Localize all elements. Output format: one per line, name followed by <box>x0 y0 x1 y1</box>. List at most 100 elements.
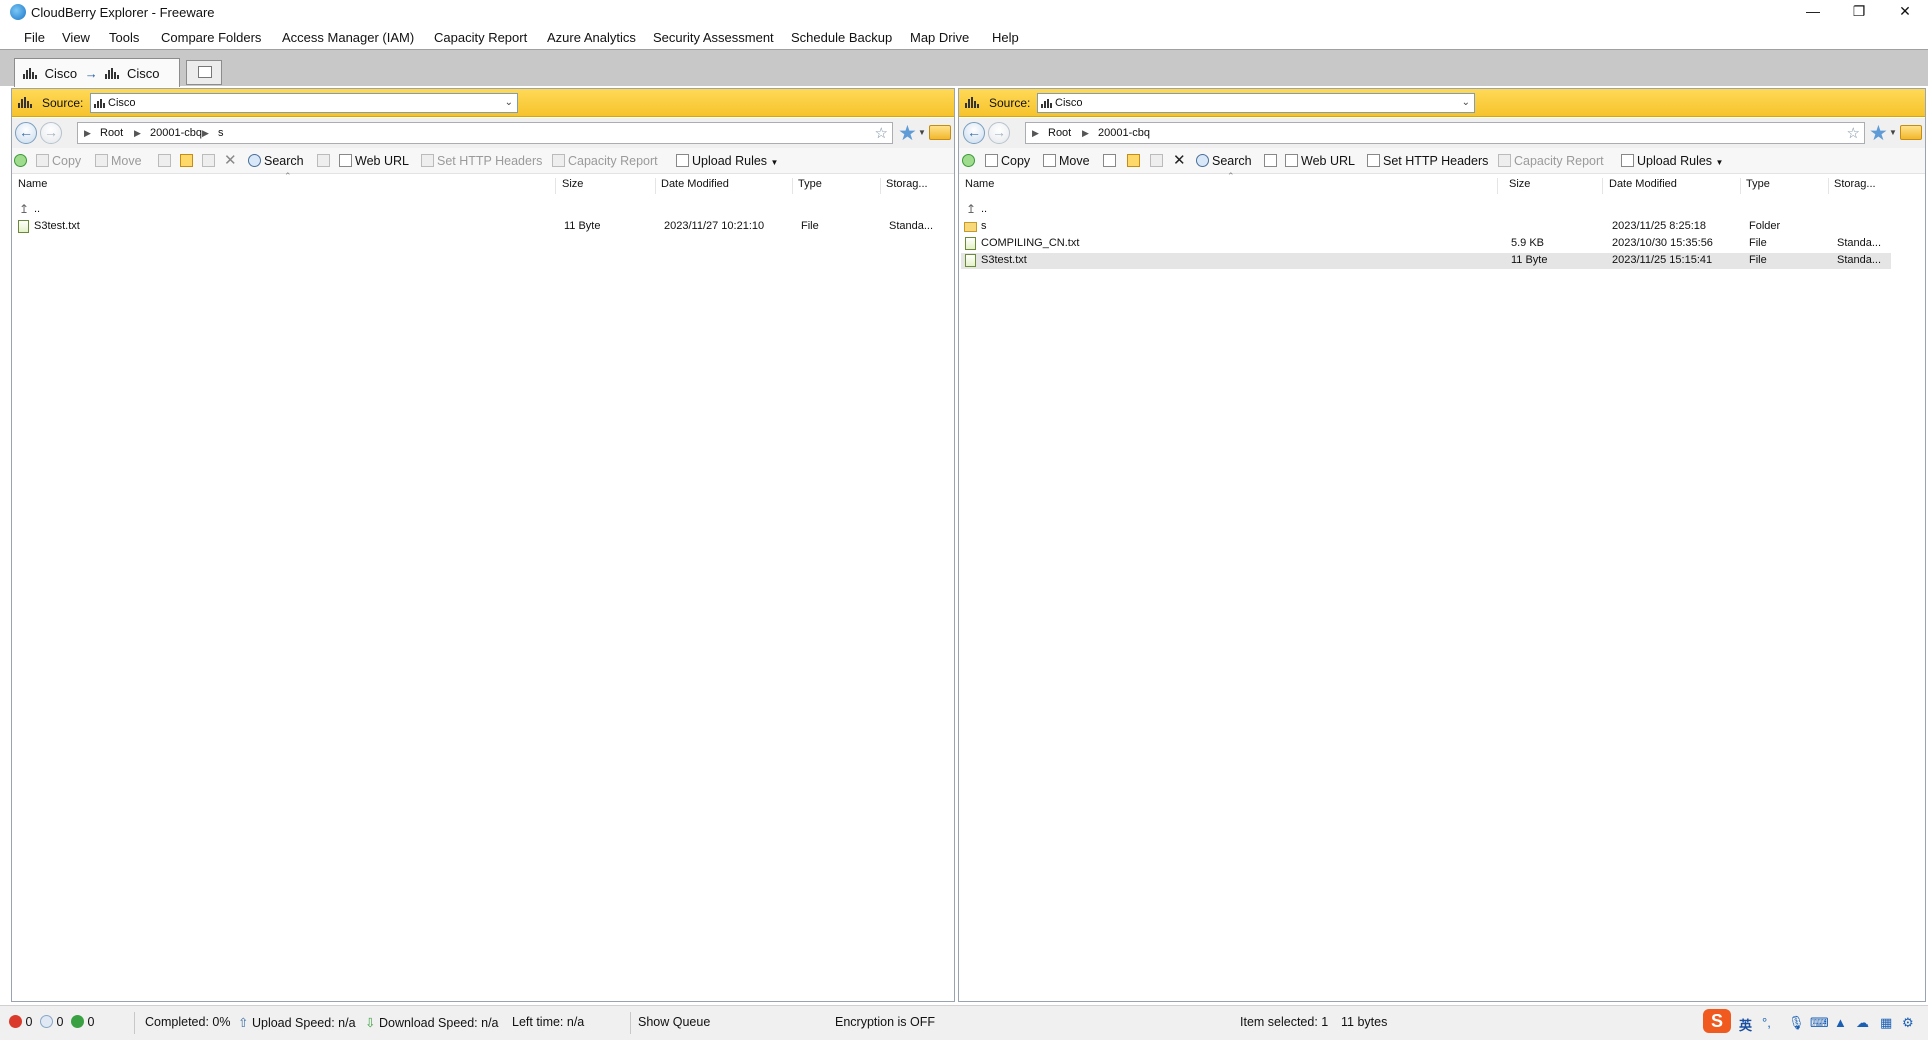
right-column-header: Name ⌃ Size Date Modified Type Storag... <box>959 171 1925 195</box>
tab-right-name: Cisco <box>127 66 160 82</box>
breadcrumb-bucket[interactable]: 20001-cbq <box>150 123 202 143</box>
menu-security-assessment[interactable]: Security Assessment <box>651 28 776 47</box>
menu-azure-analytics[interactable]: Azure Analytics <box>545 28 638 47</box>
connection-tab[interactable]: Cisco → Cisco <box>14 58 180 87</box>
favorites-star-icon[interactable]: ★ <box>898 121 917 146</box>
keyboard-icon[interactable]: ⌨ <box>1810 1015 1829 1031</box>
upload-rules-button[interactable]: Upload Rules ▼ <box>1621 154 1723 168</box>
menu-view[interactable]: View <box>60 28 92 47</box>
menu-compare-folders[interactable]: Compare Folders <box>159 28 263 47</box>
search-button[interactable]: Search <box>248 154 304 168</box>
set-http-headers-button[interactable]: Set HTTP Headers <box>421 154 542 168</box>
running-count[interactable]: 0 <box>71 1015 94 1029</box>
menu-tools[interactable]: Tools <box>107 28 141 47</box>
folder-open-icon[interactable] <box>1900 125 1922 140</box>
menu-access-manager[interactable]: Access Manager (IAM) <box>280 28 416 47</box>
restore-button[interactable]: ❐ <box>1836 0 1882 24</box>
folder-row[interactable]: s 2023/11/25 8:25:18 Folder <box>961 219 1891 235</box>
left-address-row: ← → ▶ Root ▶ 20001-cbq ▶ s ☆ ★ ▼ <box>12 118 954 148</box>
chevron-down-icon[interactable]: ▼ <box>1889 128 1897 137</box>
rename-icon <box>1103 154 1116 167</box>
status-bar: 0 0 0 Completed: 0% ⇧ Upload Speed: n/a … <box>0 1005 1928 1040</box>
right-source-select[interactable]: Cisco ⌄ <box>1037 93 1475 113</box>
capacity-report-button[interactable]: Capacity Report <box>1498 154 1604 168</box>
rename-button[interactable] <box>1103 154 1119 168</box>
skin-icon[interactable]: ▲ <box>1834 1015 1847 1030</box>
delete-icon[interactable]: ✕ <box>1173 151 1186 169</box>
menu-capacity-report[interactable]: Capacity Report <box>432 28 529 47</box>
menu-schedule-backup[interactable]: Schedule Backup <box>789 28 894 47</box>
column-date-modified[interactable]: Date Modified <box>1609 178 1741 194</box>
chevron-right-icon: ▶ <box>84 128 91 138</box>
back-button[interactable]: ← <box>963 122 985 144</box>
column-storage[interactable]: Storag... <box>1834 178 1894 194</box>
errors-count[interactable]: 0 <box>9 1015 32 1029</box>
bucket-signal-icon <box>1041 98 1053 108</box>
ime-language[interactable]: 英 <box>1739 1015 1752 1034</box>
breadcrumb-folder[interactable]: s <box>218 123 224 143</box>
star-outline-icon[interactable]: ☆ <box>875 124 888 144</box>
file-row[interactable]: COMPILING_CN.txt 5.9 KB 2023/10/30 15:35… <box>961 236 1891 252</box>
capacity-report-button[interactable]: Capacity Report <box>552 154 658 168</box>
menu-help[interactable]: Help <box>990 28 1021 47</box>
properties-button[interactable] <box>202 154 218 168</box>
back-button[interactable]: ← <box>15 122 37 144</box>
web-url-button[interactable]: Web URL <box>339 154 409 168</box>
breadcrumb-root[interactable]: Root <box>1048 123 1071 143</box>
new-folder-button[interactable] <box>180 154 196 168</box>
gear-icon[interactable]: ⚙ <box>1902 1015 1914 1031</box>
minimize-button[interactable]: — <box>1790 0 1836 24</box>
parent-folder-row[interactable]: ↥ .. <box>961 202 1891 218</box>
delete-icon[interactable]: ✕ <box>224 151 237 169</box>
new-tab-button[interactable] <box>186 60 222 85</box>
column-size[interactable]: Size <box>562 178 656 194</box>
cloud-icon[interactable]: ☁ <box>1856 1015 1869 1031</box>
acl-button[interactable] <box>317 154 333 168</box>
sogou-ime-icon[interactable]: S <box>1703 1009 1731 1033</box>
properties-button[interactable] <box>1150 154 1166 168</box>
move-button[interactable]: Move <box>95 154 142 168</box>
column-size[interactable]: Size <box>1509 178 1603 194</box>
play-icon <box>71 1015 84 1028</box>
upload-rules-button[interactable]: Upload Rules ▼ <box>676 154 778 168</box>
folder-open-icon[interactable] <box>929 125 951 140</box>
punctuation-icon[interactable]: °, <box>1762 1015 1771 1030</box>
column-date-modified[interactable]: Date Modified <box>661 178 793 194</box>
close-button[interactable]: ✕ <box>1882 0 1928 24</box>
divider <box>134 1012 135 1034</box>
bucket-signal-icon <box>23 68 37 80</box>
column-type[interactable]: Type <box>798 178 881 194</box>
web-url-button[interactable]: Web URL <box>1285 154 1355 168</box>
copy-button[interactable]: Copy <box>36 154 81 168</box>
copy-button[interactable]: Copy <box>985 154 1030 168</box>
acl-button[interactable] <box>1264 154 1280 168</box>
file-row-selected[interactable]: S3test.txt 11 Byte 2023/11/25 15:15:41 F… <box>961 253 1891 269</box>
breadcrumb-root[interactable]: Root <box>100 123 123 143</box>
search-button[interactable]: Search <box>1196 154 1252 168</box>
grid-menu-icon[interactable]: ▦ <box>1880 1015 1892 1031</box>
menu-file[interactable]: File <box>22 28 47 47</box>
column-storage[interactable]: Storag... <box>886 178 946 194</box>
chevron-down-icon[interactable]: ▼ <box>918 128 926 137</box>
refresh-button[interactable] <box>962 154 978 168</box>
column-type[interactable]: Type <box>1746 178 1829 194</box>
show-queue-link[interactable]: Show Queue <box>638 1015 710 1029</box>
pending-count[interactable]: 0 <box>40 1015 63 1029</box>
set-http-headers-button[interactable]: Set HTTP Headers <box>1367 154 1488 168</box>
move-button[interactable]: Move <box>1043 154 1090 168</box>
menu-map-drive[interactable]: Map Drive <box>908 28 971 47</box>
file-storage: Standa... <box>1837 254 1882 266</box>
breadcrumb-bucket[interactable]: 20001-cbq <box>1098 123 1150 143</box>
forward-button[interactable]: → <box>40 122 62 144</box>
microphone-icon[interactable]: 🎙 <box>1788 1015 1805 1031</box>
star-outline-icon[interactable]: ☆ <box>1847 124 1860 144</box>
favorites-star-icon[interactable]: ★ <box>1869 121 1888 146</box>
forward-button[interactable]: → <box>988 122 1010 144</box>
file-row[interactable]: S3test.txt 11 Byte 2023/11/27 10:21:10 F… <box>14 219 944 235</box>
refresh-button[interactable] <box>14 154 30 168</box>
new-folder-button[interactable] <box>1127 154 1143 168</box>
rename-button[interactable] <box>158 154 174 168</box>
left-source-select[interactable]: Cisco ⌄ <box>90 93 518 113</box>
parent-folder-row[interactable]: ↥ .. <box>14 202 944 218</box>
grid-icon <box>317 154 330 167</box>
